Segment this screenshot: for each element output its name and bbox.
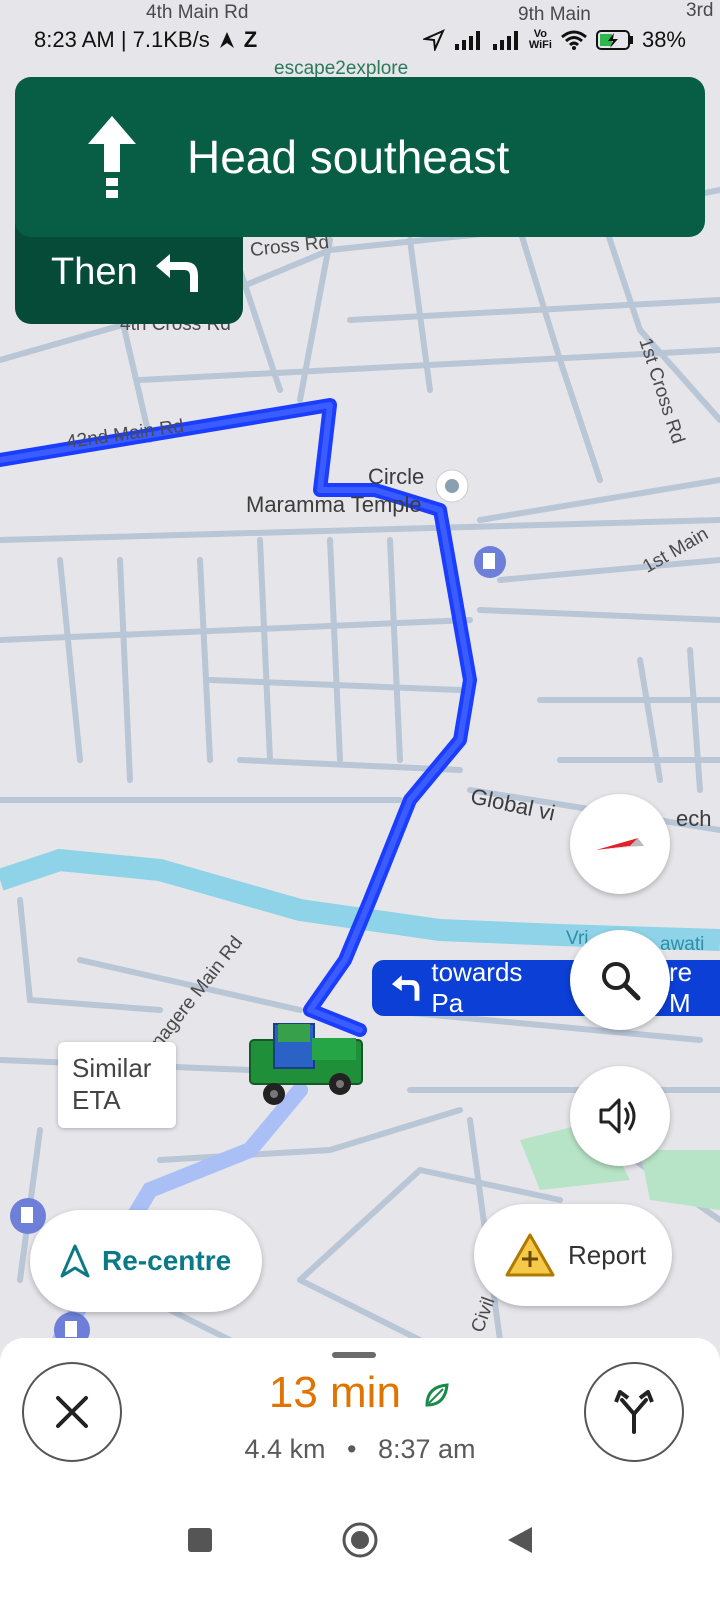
trip-separator: •	[347, 1434, 357, 1464]
status-z: Z	[243, 27, 258, 52]
sheet-handle[interactable]	[332, 1352, 376, 1358]
vowifi-icon: Vo WiFi	[528, 28, 552, 51]
map-label: ech	[676, 806, 712, 831]
re-centre-button[interactable]: Re-centre	[30, 1210, 262, 1312]
home-circle-icon	[342, 1522, 378, 1558]
direction-title: Head southeast	[187, 131, 510, 183]
similar-eta-bubble[interactable]: Similar ETA	[58, 1042, 176, 1128]
report-button[interactable]: Report	[474, 1204, 672, 1306]
location-icon	[422, 29, 445, 51]
recents-button[interactable]	[175, 1515, 225, 1565]
alternate-routes-button[interactable]	[584, 1362, 684, 1462]
route-chip-text: towards Pa	[431, 957, 523, 1018]
status-bar: 8:23 AM | 7.1KB/s Z Vo WiFi 38%	[0, 0, 720, 80]
upload-icon	[218, 31, 236, 49]
compass-icon	[596, 838, 644, 850]
route-chip-tail: re M	[668, 957, 693, 1018]
map-label: awati	[660, 934, 705, 955]
battery-level: 38%	[641, 27, 686, 52]
battery-icon	[595, 29, 634, 51]
map-label: Maramma Temple	[246, 492, 422, 517]
trip-arrival: 8:37 am	[377, 1434, 476, 1464]
signal-icon	[453, 30, 483, 50]
turn-left-icon	[155, 254, 198, 292]
navigation-arrow-icon	[60, 1244, 90, 1278]
back-triangle-icon	[508, 1527, 532, 1553]
square-icon	[188, 1528, 212, 1552]
report-label: Report	[568, 1239, 647, 1270]
system-navigation-bar	[0, 1480, 720, 1600]
search-button[interactable]	[570, 930, 670, 1030]
fork-route-icon	[614, 1390, 654, 1434]
wifi-icon	[560, 29, 588, 51]
similar-eta-line2: ETA	[72, 1085, 121, 1115]
status-time: 8:23 AM | 7.1KB/s	[34, 27, 210, 52]
eco-leaf-icon	[425, 1383, 449, 1407]
sound-button[interactable]	[570, 1066, 670, 1166]
then-label: Then	[51, 250, 138, 293]
map-label: Circle	[368, 464, 425, 489]
search-icon	[602, 962, 641, 1001]
signal-icon	[491, 30, 521, 50]
turn-left-icon	[391, 975, 420, 1001]
similar-eta-line1: Similar	[72, 1053, 152, 1083]
report-warning-icon	[505, 1233, 555, 1277]
speaker-icon	[599, 1098, 636, 1134]
direction-banner[interactable]: Head southeast	[15, 77, 705, 237]
back-button[interactable]	[495, 1515, 545, 1565]
compass-button[interactable]	[570, 794, 670, 894]
trip-distance: 4.4 km	[244, 1434, 326, 1464]
straight-arrow-icon	[88, 116, 136, 198]
home-button[interactable]	[335, 1515, 385, 1565]
re-centre-label: Re-centre	[102, 1245, 232, 1276]
